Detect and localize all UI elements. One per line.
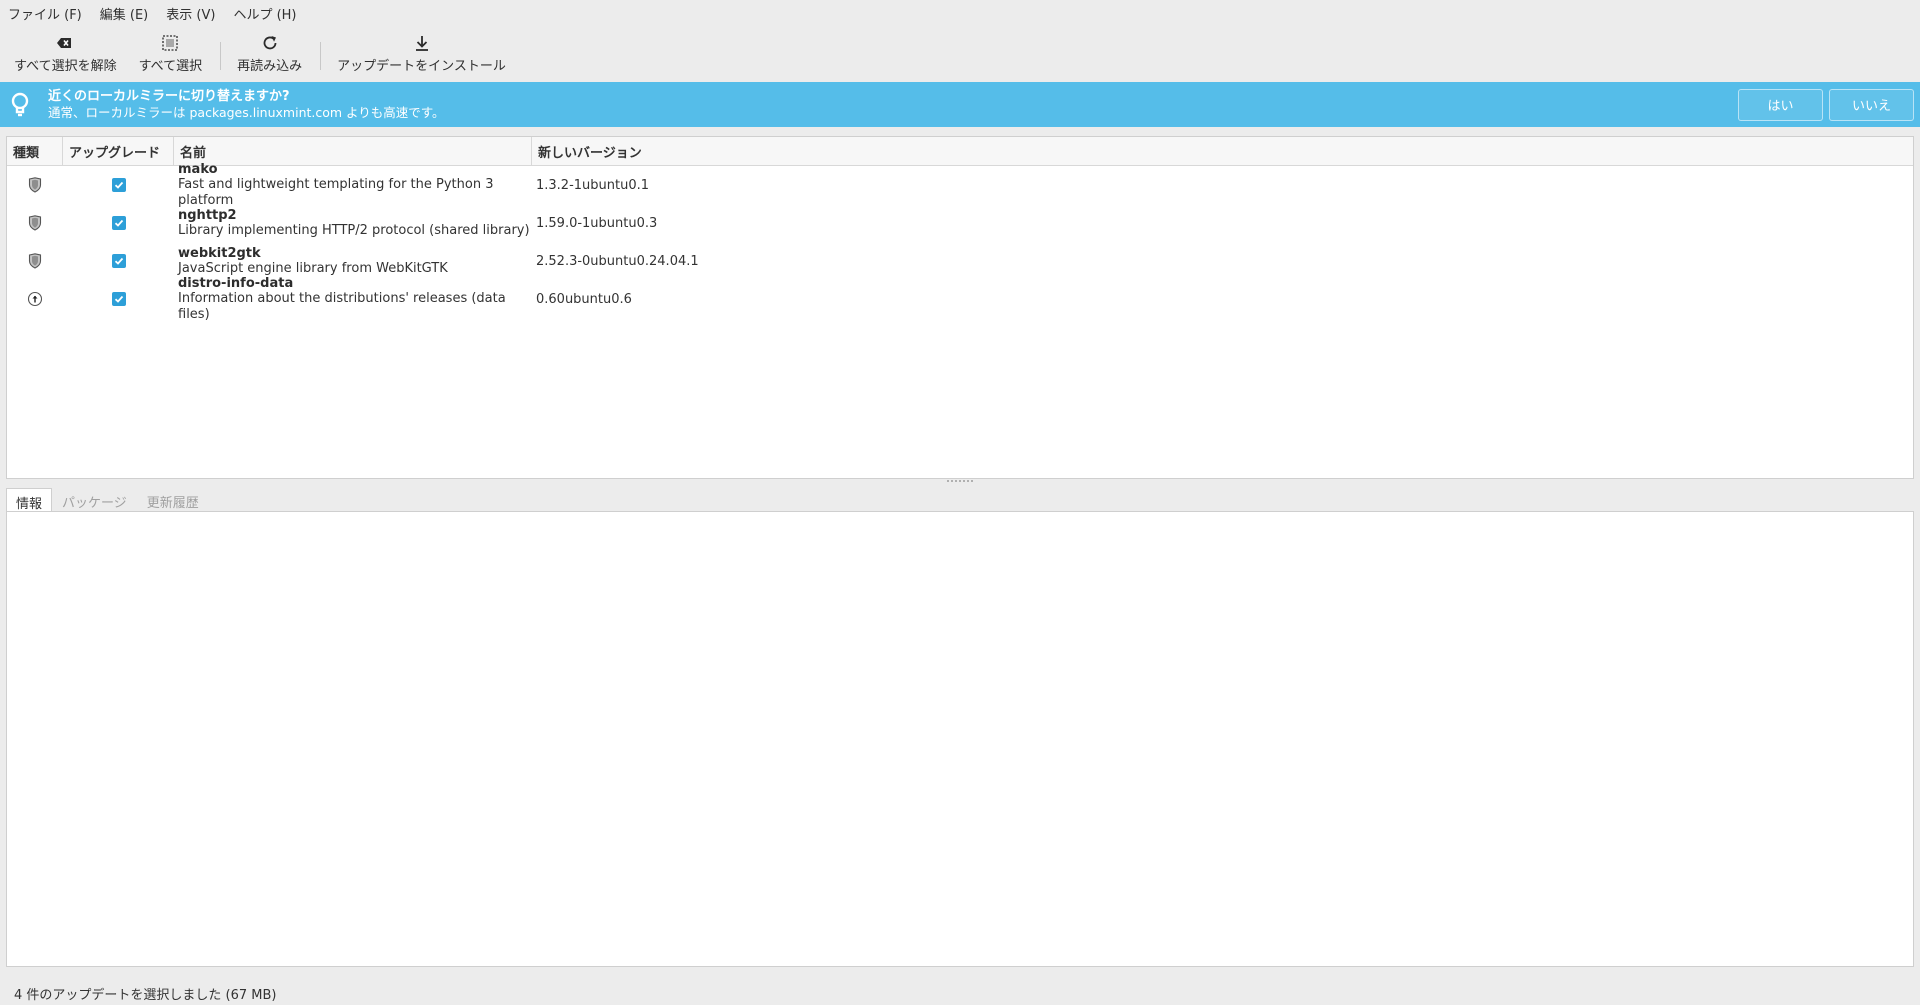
lightbulb-icon — [11, 92, 29, 116]
menu-view[interactable]: 表示 (V) — [166, 2, 215, 25]
name-cell: nghttp2 Library implementing HTTP/2 prot… — [174, 208, 532, 239]
package-description: Library implementing HTTP/2 protocol (sh… — [178, 222, 530, 238]
name-cell: webkit2gtk JavaScript engine library fro… — [174, 246, 532, 277]
type-cell — [7, 177, 63, 193]
package-version: 2.52.3-0ubuntu0.24.04.1 — [536, 253, 699, 269]
menu-help[interactable]: ヘルプ (H) — [233, 2, 296, 25]
updates-list: 種類 アップグレード 名前 新しいバージョン mako Fast and lig… — [6, 136, 1914, 479]
menu-edit[interactable]: 編集 (E) — [100, 2, 149, 25]
upgrade-checkbox[interactable] — [111, 178, 126, 192]
table-row[interactable]: nghttp2 Library implementing HTTP/2 prot… — [7, 204, 1913, 242]
shield-icon — [28, 253, 42, 269]
package-name: distro-info-data — [178, 275, 294, 291]
mirror-infobar: 近くのローカルミラーに切り替えますか? 通常、ローカルミラーは packages… — [0, 82, 1920, 127]
pane-resize-handle[interactable] — [947, 480, 973, 484]
infobar-title: 近くのローカルミラーに切り替えますか? — [48, 88, 290, 104]
update-manager-window: ファイル (F) 編集 (E) 表示 (V) ヘルプ (H) すべて選択を解除 … — [0, 0, 1920, 1005]
select-all-label: すべて選択 — [138, 59, 203, 74]
table-row[interactable]: mako Fast and lightweight templating for… — [7, 162, 1913, 208]
shield-icon — [28, 215, 42, 231]
select-all-icon — [162, 35, 179, 51]
clear-selection-label: すべて選択を解除 — [14, 59, 117, 74]
header-version[interactable]: 新しいバージョン — [532, 137, 1913, 165]
upgrade-cell — [63, 292, 174, 306]
upgrade-checkbox[interactable] — [111, 216, 126, 230]
upgrade-checkbox[interactable] — [111, 292, 126, 306]
download-icon — [415, 36, 428, 51]
type-cell — [7, 215, 63, 231]
no-button[interactable]: いいえ — [1829, 88, 1914, 121]
package-description: Information about the distributions' rel… — [178, 290, 506, 322]
infobar-subtitle: 通常、ローカルミラーは packages.linuxmint.com よりも高速… — [48, 104, 445, 120]
infobar-text: 近くのローカルミラーに切り替えますか? 通常、ローカルミラーは packages… — [48, 89, 1738, 121]
check-icon — [114, 295, 123, 303]
table-row[interactable]: distro-info-data Information about the d… — [7, 276, 1913, 322]
package-name: mako — [178, 161, 218, 177]
install-updates-label: アップデートをインストール — [337, 59, 506, 74]
package-version: 0.60ubuntu0.6 — [536, 291, 632, 307]
toolbar-separator — [320, 42, 322, 70]
upgrade-cell — [63, 216, 174, 230]
tab-history[interactable]: 更新履歴 — [137, 488, 209, 512]
toolbar-separator — [220, 42, 222, 70]
refresh-icon — [263, 36, 277, 50]
upgrade-checkbox[interactable] — [111, 254, 126, 268]
upgrade-cell — [63, 254, 174, 268]
toolbar: すべて選択を解除 すべて選択 再読み込み アップデートをインストール — [0, 26, 1920, 81]
menu-file[interactable]: ファイル (F) — [8, 2, 82, 25]
select-all-button[interactable]: すべて選択 — [131, 26, 211, 78]
status-bar: 4 件のアップデートを選択しました (67 MB) — [14, 988, 277, 1003]
install-updates-button[interactable]: アップデートをインストール — [329, 26, 514, 78]
type-cell — [7, 291, 63, 307]
package-description: JavaScript engine library from WebKitGTK — [178, 260, 448, 276]
up-arrow-icon — [27, 291, 43, 307]
name-cell: mako Fast and lightweight templating for… — [174, 162, 532, 209]
yes-button[interactable]: はい — [1738, 88, 1823, 121]
upgrade-cell — [63, 178, 174, 192]
type-cell — [7, 253, 63, 269]
package-version: 1.59.0-1ubuntu0.3 — [536, 215, 658, 231]
tab-info[interactable]: 情報 — [6, 488, 53, 512]
package-name: webkit2gtk — [178, 245, 261, 261]
check-icon — [114, 219, 123, 227]
package-description: Fast and lightweight templating for the … — [178, 176, 494, 208]
details-panel — [6, 511, 1914, 967]
name-cell: distro-info-data Information about the d… — [174, 276, 532, 323]
shield-icon — [28, 177, 42, 193]
tab-packages[interactable]: パッケージ — [52, 488, 137, 512]
details-tabs: 情報 パッケージ 更新履歴 — [6, 488, 209, 512]
menu-bar: ファイル (F) 編集 (E) 表示 (V) ヘルプ (H) — [0, 0, 1920, 26]
header-upgrade[interactable]: アップグレード — [63, 137, 174, 165]
refresh-button[interactable]: 再読み込み — [229, 26, 310, 78]
package-version: 1.3.2-1ubuntu0.1 — [536, 177, 650, 193]
package-name: nghttp2 — [178, 207, 237, 223]
clear-icon — [57, 38, 72, 48]
check-icon — [114, 181, 123, 189]
table-row[interactable]: webkit2gtk JavaScript engine library fro… — [7, 242, 1913, 280]
check-icon — [114, 257, 123, 265]
refresh-label: 再読み込み — [237, 59, 303, 74]
clear-selection-button[interactable]: すべて選択を解除 — [6, 26, 125, 78]
header-type[interactable]: 種類 — [7, 137, 63, 165]
